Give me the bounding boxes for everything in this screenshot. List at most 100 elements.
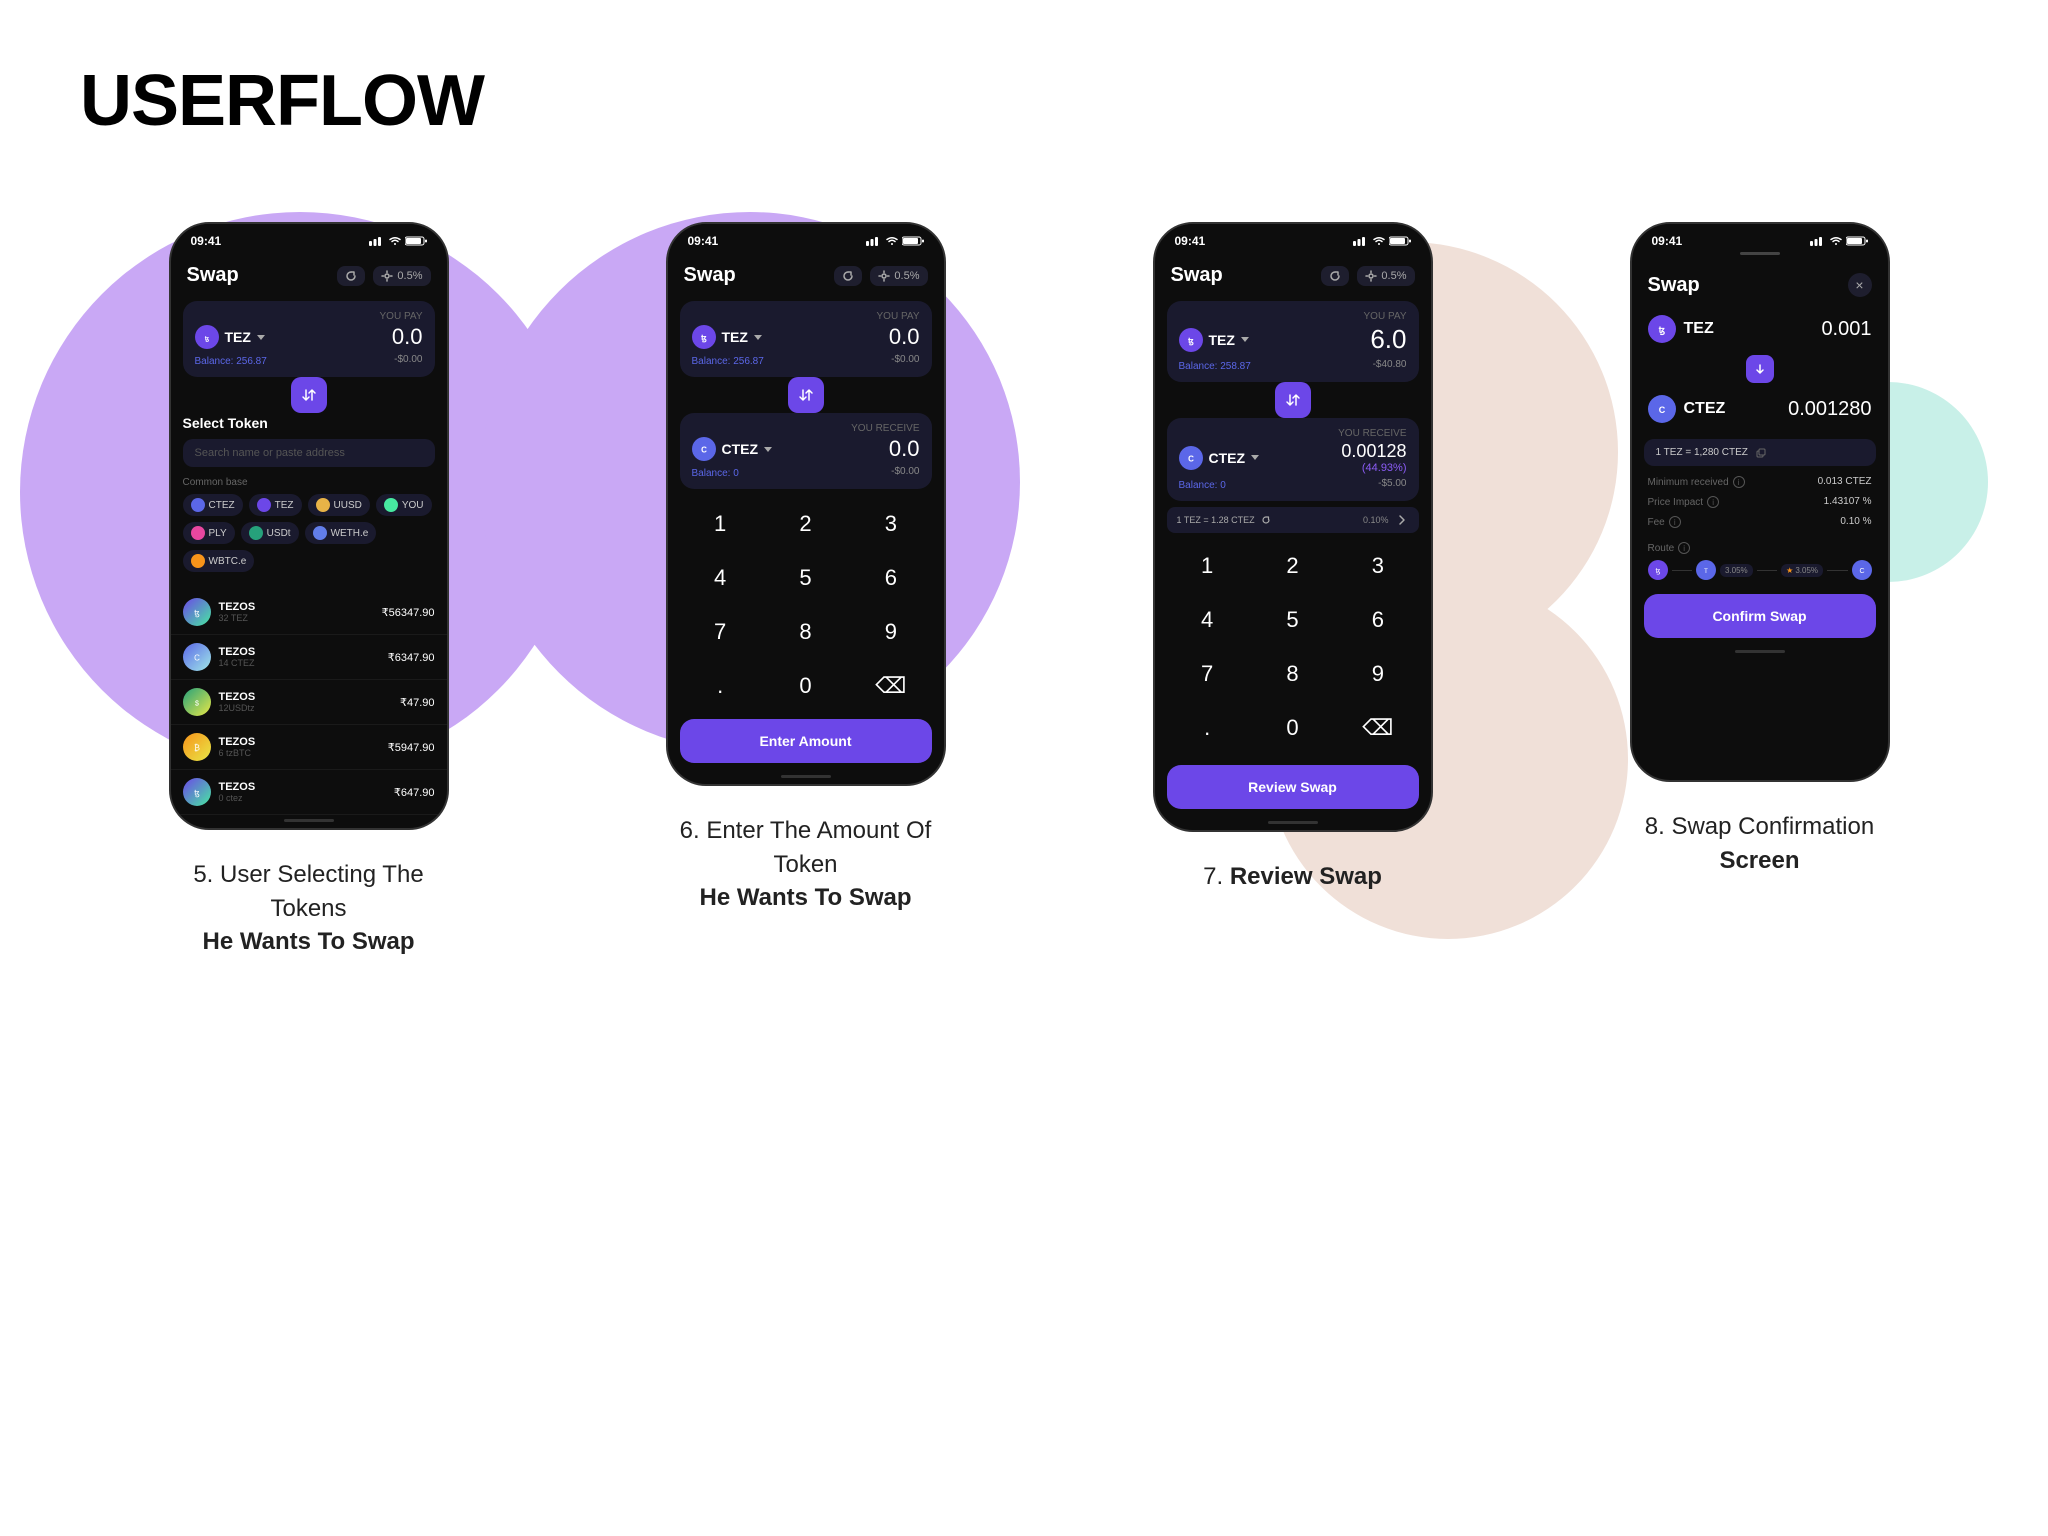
- token-to-name-7: CTEZ: [1209, 450, 1246, 466]
- tli-icon-1: ꜩ: [183, 598, 211, 626]
- key-2-6[interactable]: 2: [769, 503, 842, 545]
- key-5-6[interactable]: 5: [769, 557, 842, 599]
- refresh-small-icon-7: [1261, 515, 1271, 525]
- settings-label-7: 0.5%: [1381, 270, 1406, 282]
- info-icon-min: i: [1733, 476, 1745, 488]
- key-7-7[interactable]: 7: [1171, 653, 1244, 695]
- info-icon-impact: i: [1707, 496, 1719, 508]
- token-from-label-5: YOU PAY: [195, 311, 423, 322]
- swap-arrows-icon-5: [301, 387, 317, 403]
- tez-icon-7: ꜩ: [1179, 328, 1203, 352]
- enter-amount-btn-6[interactable]: Enter Amount: [680, 719, 932, 763]
- refresh-btn-5[interactable]: [337, 266, 365, 286]
- chip-you[interactable]: YOU: [376, 494, 432, 516]
- key-dot-6[interactable]: .: [684, 665, 757, 707]
- svg-text:T: T: [1704, 569, 1708, 575]
- key-3-7[interactable]: 3: [1341, 545, 1414, 587]
- route-label-8: Route i: [1648, 542, 1872, 554]
- flow-item-5: 09:41 Swap 0: [159, 222, 459, 959]
- close-btn-8[interactable]: ×: [1848, 273, 1872, 297]
- phone-content-5: Swap 0.5% YOU PAY: [171, 252, 447, 828]
- confirm-header-8: Swap ×: [1632, 261, 1888, 305]
- chip-ctez[interactable]: CTEZ: [183, 494, 243, 516]
- key-8-7[interactable]: 8: [1256, 653, 1329, 695]
- token-list-item-4[interactable]: ₿ TEZOS 6 tzBTC ₹5947.90: [171, 725, 447, 770]
- token-list-item-2[interactable]: C TEZOS 14 CTEZ ₹6347.90: [171, 635, 447, 680]
- token-list-item-3[interactable]: $ TEZOS 12USDtz ₹47.90: [171, 680, 447, 725]
- tli-left-3: $ TEZOS 12USDtz: [183, 688, 256, 716]
- swap-title-7: Swap: [1171, 264, 1223, 287]
- key-back-6[interactable]: ⌫: [854, 665, 927, 707]
- swap-middle-btn-6[interactable]: [788, 377, 824, 413]
- route-pct-1: 3.05%: [1720, 564, 1753, 577]
- chip-uusd[interactable]: UUSD: [308, 494, 370, 516]
- swap-title-6: Swap: [684, 264, 736, 287]
- key-6-6[interactable]: 6: [854, 557, 927, 599]
- key-2-7[interactable]: 2: [1256, 545, 1329, 587]
- key-1-7[interactable]: 1: [1171, 545, 1244, 587]
- token-list-item-1[interactable]: ꜩ TEZOS 32 TEZ ₹56347.90: [171, 590, 447, 635]
- swap-middle-btn-5[interactable]: [291, 377, 327, 413]
- route-row-8: Route i ꜩ T 3.05% ★ 3: [1632, 536, 1888, 586]
- tli-icon-5b: ꜩ: [183, 778, 211, 806]
- tli-icon-2: C: [183, 643, 211, 671]
- key-dot-7[interactable]: .: [1171, 707, 1244, 749]
- chip-weth[interactable]: WETH.e: [305, 522, 377, 544]
- chip-usdt[interactable]: USDt: [241, 522, 299, 544]
- svg-text:C: C: [194, 654, 200, 663]
- key-4-7[interactable]: 4: [1171, 599, 1244, 641]
- token-from-selector-6[interactable]: ꜩ TEZ: [692, 325, 762, 349]
- key-1-6[interactable]: 1: [684, 503, 757, 545]
- token-from-name-7: TEZ: [1209, 332, 1235, 348]
- battery-icon-6: [902, 236, 924, 246]
- key-0-7[interactable]: 0: [1256, 707, 1329, 749]
- token-to-section-6: YOU RECEIVE C CTEZ 0.0 Balance: 0: [680, 413, 932, 489]
- key-9-7[interactable]: 9: [1341, 653, 1414, 695]
- settings-icon-7: [1365, 270, 1377, 282]
- key-3-6[interactable]: 3: [854, 503, 927, 545]
- flow-item-8: 09:41 Swap × ꜩ: [1630, 222, 1890, 877]
- route-ctez-icon: C: [1852, 560, 1872, 580]
- settings-btn-7[interactable]: 0.5%: [1357, 266, 1414, 286]
- settings-btn-5[interactable]: 0.5%: [373, 266, 430, 286]
- token-to-selector-7[interactable]: C CTEZ: [1179, 446, 1260, 470]
- key-0-6[interactable]: 0: [769, 665, 842, 707]
- swap-middle-btn-7[interactable]: [1275, 382, 1311, 418]
- chip-weth-icon: [313, 526, 327, 540]
- token-list-item-5[interactable]: ꜩ TEZOS 0 ctez ₹647.90: [171, 770, 447, 815]
- confirm-swap-btn-8[interactable]: Confirm Swap: [1644, 594, 1876, 638]
- token-to-selector-6[interactable]: C CTEZ: [692, 437, 773, 461]
- key-4-6[interactable]: 4: [684, 557, 757, 599]
- chip-tez[interactable]: TEZ: [249, 494, 302, 516]
- refresh-btn-6[interactable]: [834, 266, 862, 286]
- key-back-7[interactable]: ⌫: [1341, 707, 1414, 749]
- settings-btn-6[interactable]: 0.5%: [870, 266, 927, 286]
- search-input-5[interactable]: Search name or paste address: [183, 439, 435, 467]
- chip-wbtc[interactable]: WBTC.e: [183, 550, 255, 572]
- detail-row-fee: Fee i 0.10 %: [1632, 512, 1888, 532]
- step-8: 8.: [1645, 813, 1665, 840]
- tli-sub-2: 14 CTEZ: [219, 658, 256, 668]
- select-token-title-5: Select Token: [183, 415, 435, 431]
- tli-left-1: ꜩ TEZOS 32 TEZ: [183, 598, 256, 626]
- chip-ply[interactable]: PLY: [183, 522, 235, 544]
- detail-label-impact: Price Impact i: [1648, 496, 1720, 508]
- svg-text:C: C: [1188, 454, 1194, 463]
- tli-icon-4: ₿: [183, 733, 211, 761]
- svg-text:ꜩ: ꜩ: [701, 334, 707, 343]
- token-from-selector-5[interactable]: ꜩ TEZ: [195, 325, 265, 349]
- key-9-6[interactable]: 9: [854, 611, 927, 653]
- svg-text:ꜩ: ꜩ: [194, 609, 200, 618]
- refresh-btn-7[interactable]: [1321, 266, 1349, 286]
- key-5-7[interactable]: 5: [1256, 599, 1329, 641]
- wifi-icon-7: [1373, 236, 1385, 246]
- review-swap-btn-7[interactable]: Review Swap: [1167, 765, 1419, 809]
- tli-sub-3: 12USDtz: [219, 703, 256, 713]
- status-bar-6: 09:41: [668, 224, 944, 252]
- key-6-7[interactable]: 6: [1341, 599, 1414, 641]
- token-from-selector-7[interactable]: ꜩ TEZ: [1179, 328, 1249, 352]
- key-7-6[interactable]: 7: [684, 611, 757, 653]
- key-8-6[interactable]: 8: [769, 611, 842, 653]
- chip-ctez-icon: [191, 498, 205, 512]
- token-to-amount-7: 0.00128: [1341, 441, 1406, 462]
